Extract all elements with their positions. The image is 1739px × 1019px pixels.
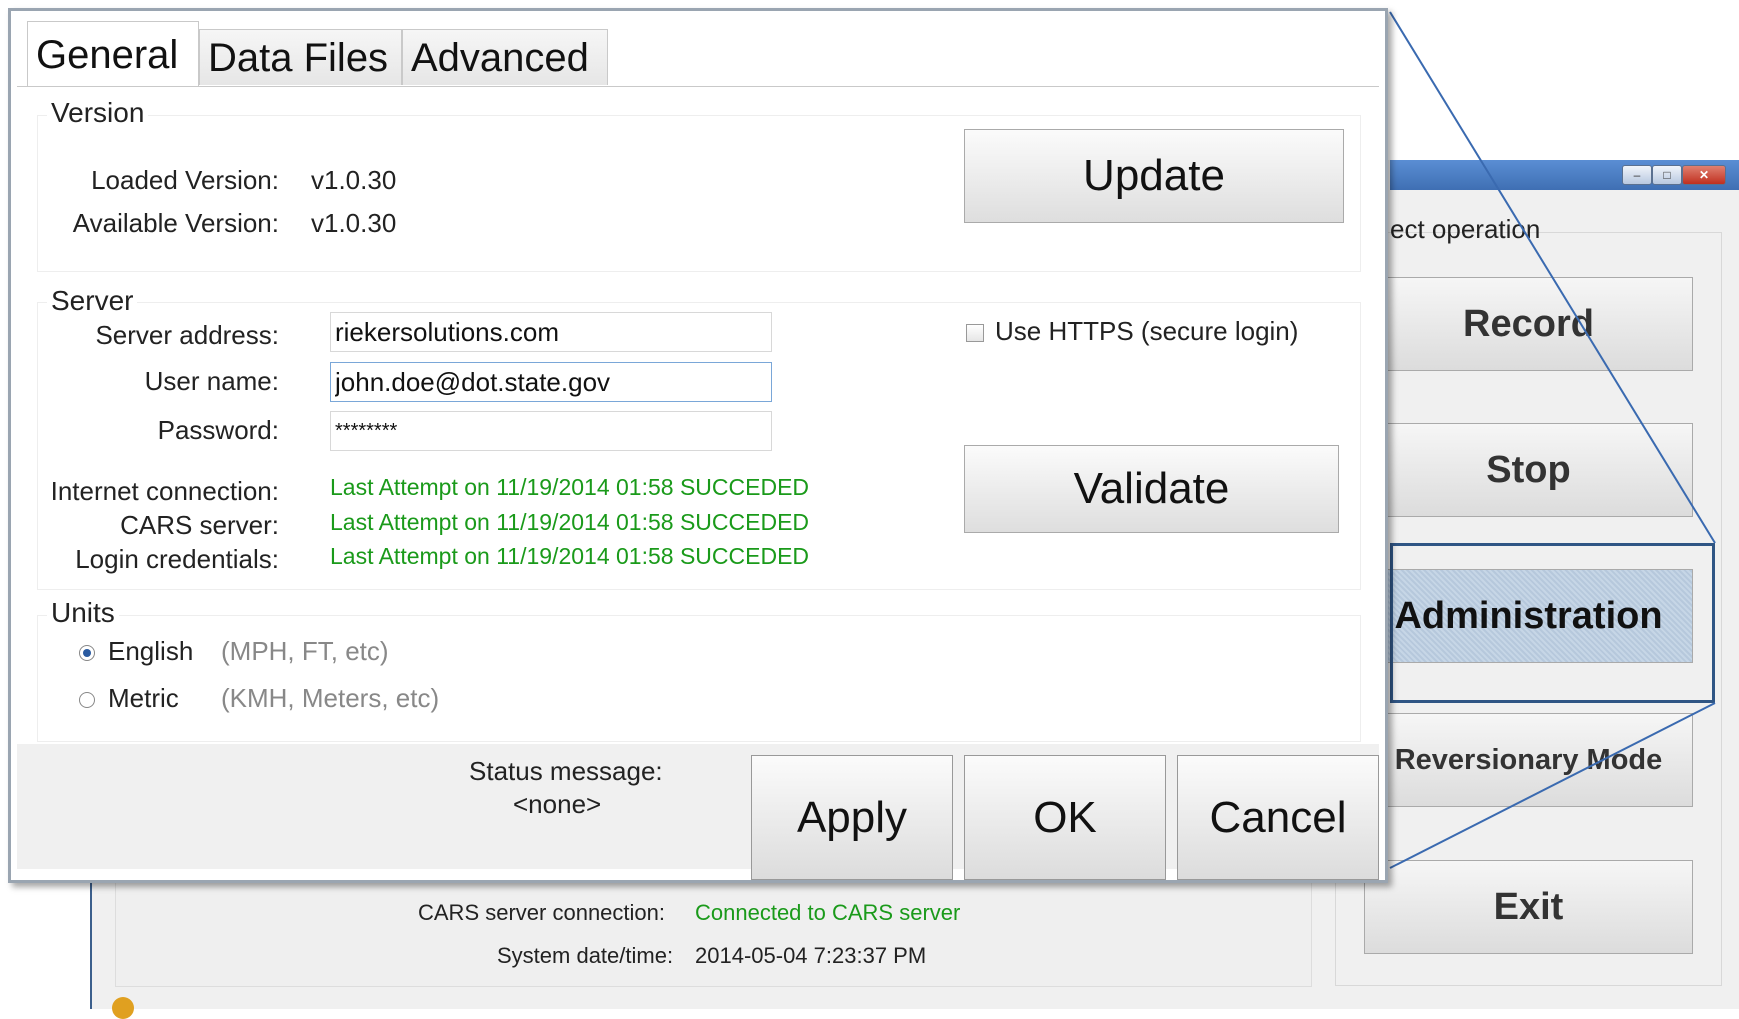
close-icon[interactable]: ✕: [1682, 165, 1726, 185]
password-label: Password:: [157, 415, 279, 445]
password-input[interactable]: [330, 411, 772, 451]
dialog-bottom-area: [17, 744, 1379, 869]
metric-radio[interactable]: [79, 692, 95, 708]
exit-button[interactable]: Exit: [1364, 860, 1693, 954]
server-address-label: Server address:: [95, 320, 279, 350]
validate-button[interactable]: Validate: [964, 445, 1339, 533]
username-label: User name:: [144, 366, 279, 396]
system-datetime-label: System date/time:: [497, 943, 674, 968]
https-label: Use HTTPS (secure login): [995, 316, 1299, 346]
ok-button[interactable]: OK: [964, 755, 1166, 880]
operation-label: ect operation: [1390, 214, 1541, 244]
cars-server-connection-label: CARS server connection:: [418, 900, 665, 925]
app-icon: [112, 997, 134, 1019]
tab-data-files[interactable]: Data Files: [199, 29, 402, 85]
cars-server-label: CARS server:: [120, 510, 279, 540]
server-group-title: Server: [47, 285, 138, 317]
system-datetime-value: 2014-05-04 7:23:37 PM: [695, 943, 927, 968]
status-message-label: Status message:: [469, 756, 663, 786]
english-hint: (MPH, FT, etc): [221, 636, 389, 666]
cars-server-connection-value: Connected to CARS server: [695, 900, 961, 925]
english-radio[interactable]: [79, 645, 95, 661]
login-credentials-label: Login credentials:: [75, 544, 279, 574]
loaded-version-label: Loaded Version:: [91, 165, 279, 195]
version-group-title: Version: [47, 97, 149, 129]
update-button[interactable]: Update: [964, 129, 1344, 223]
record-button[interactable]: Record: [1364, 277, 1693, 371]
minimize-icon[interactable]: –: [1622, 165, 1652, 185]
administration-highlight: [1390, 543, 1715, 703]
username-input[interactable]: [330, 362, 772, 402]
tab-general[interactable]: General: [27, 21, 199, 87]
reversionary-mode-button[interactable]: Reversionary Mode: [1364, 713, 1693, 807]
metric-label: Metric: [108, 683, 179, 713]
server-address-input[interactable]: [330, 312, 772, 352]
maximize-icon[interactable]: □: [1652, 165, 1682, 185]
english-label: English: [108, 636, 194, 666]
metric-hint: (KMH, Meters, etc): [221, 683, 440, 713]
status-message-value: <none>: [513, 789, 602, 819]
units-group-title: Units: [47, 597, 119, 629]
internet-connection-label: Internet connection:: [50, 476, 279, 506]
available-version-value: v1.0.30: [311, 208, 397, 238]
cancel-button[interactable]: Cancel: [1177, 755, 1379, 880]
internet-connection-status: Last Attempt on 11/19/2014 01:58 SUCCEDE…: [330, 474, 810, 500]
units-group: [37, 615, 1361, 742]
cars-server-status: Last Attempt on 11/19/2014 01:58 SUCCEDE…: [330, 509, 810, 535]
general-tab-panel: Version Loaded Version: v1.0.30 Availabl…: [17, 86, 1379, 745]
loaded-version-value: v1.0.30: [311, 165, 397, 195]
login-credentials-status: Last Attempt on 11/19/2014 01:58 SUCCEDE…: [330, 543, 810, 569]
https-checkbox[interactable]: [966, 324, 984, 342]
stop-button[interactable]: Stop: [1364, 423, 1693, 517]
available-version-label: Available Version:: [72, 208, 279, 238]
system-status-panel: [115, 880, 1312, 987]
administration-dialog: General Data Files Advanced Version Load…: [8, 8, 1388, 883]
apply-button[interactable]: Apply: [751, 755, 953, 880]
tab-advanced[interactable]: Advanced: [402, 29, 608, 85]
